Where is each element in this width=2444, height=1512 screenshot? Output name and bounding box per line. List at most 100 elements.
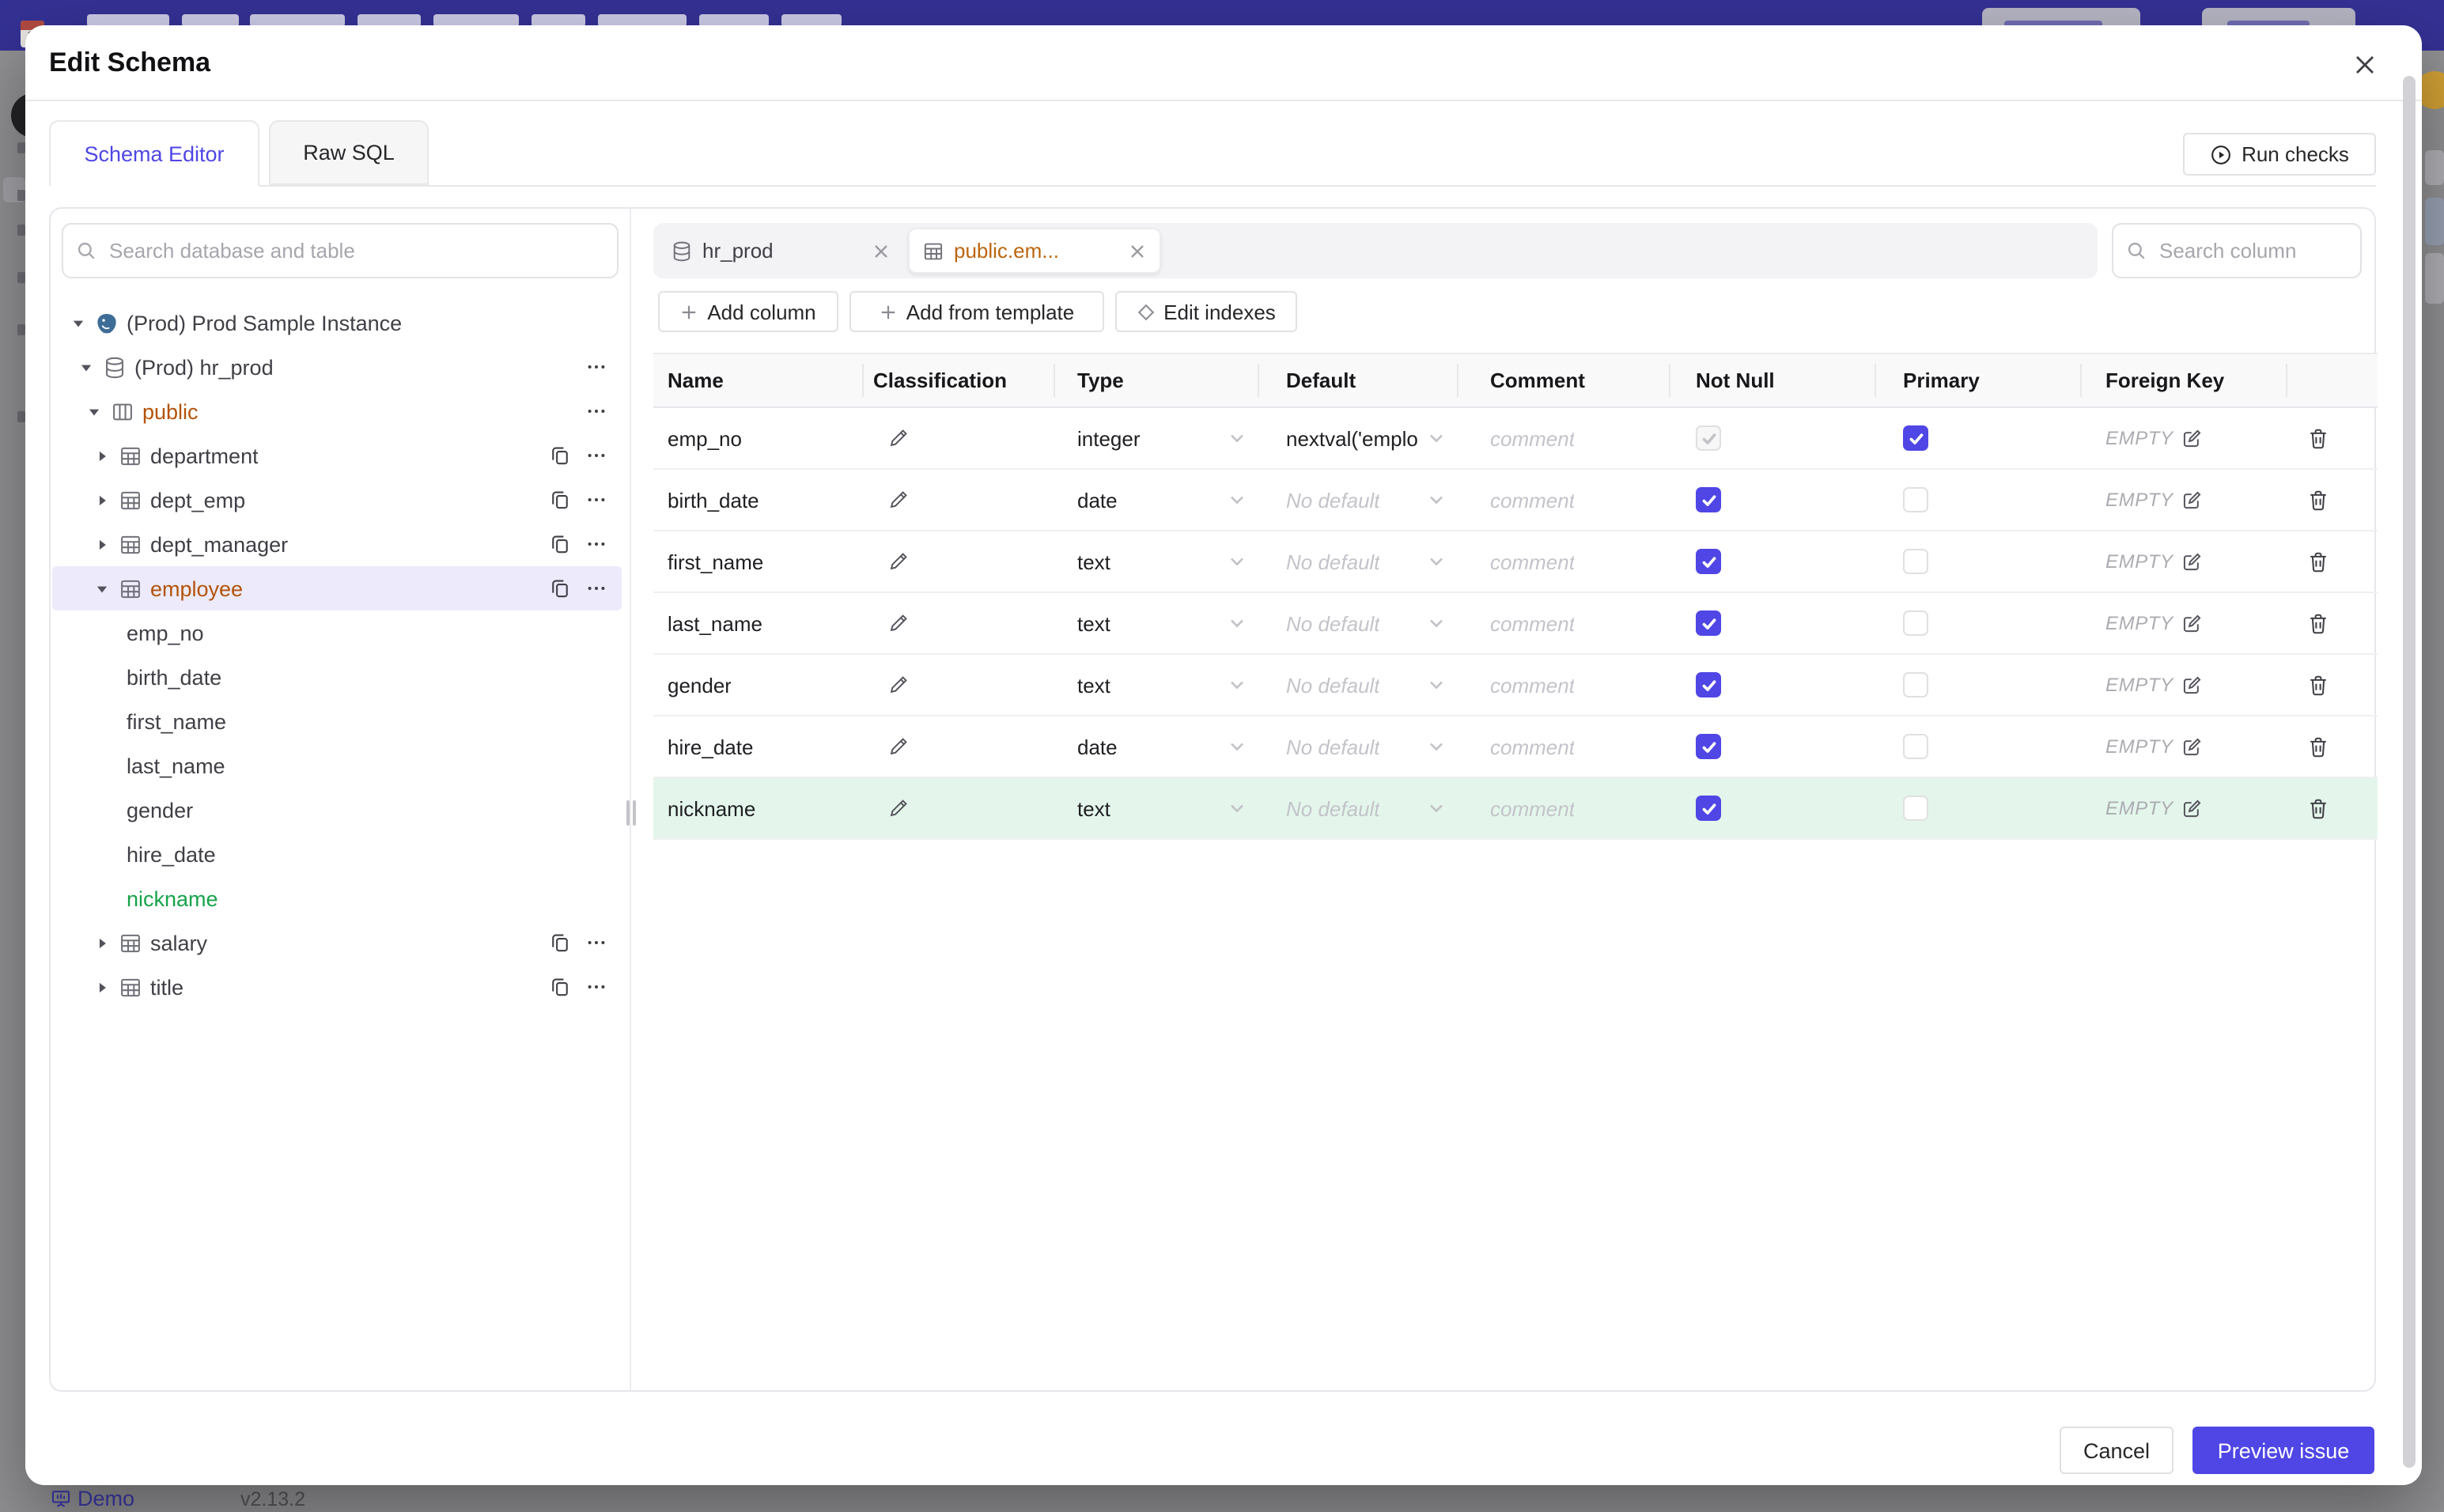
tree-row-emp_no[interactable]: emp_no xyxy=(52,610,622,655)
caret-right-icon[interactable] xyxy=(92,933,111,952)
caret-down-icon[interactable] xyxy=(68,313,87,332)
caret-right-icon[interactable] xyxy=(92,446,111,465)
chevron-down-icon[interactable] xyxy=(1427,675,1446,694)
more-actions-icon[interactable] xyxy=(585,932,607,954)
cancel-button[interactable]: Cancel xyxy=(2060,1427,2173,1474)
delete-column-icon[interactable] xyxy=(2306,673,2330,697)
type-cell[interactable]: date xyxy=(1055,716,1259,777)
edit-foreign-key-icon[interactable] xyxy=(2181,428,2202,448)
edit-indexes-button[interactable]: Edit indexes xyxy=(1115,291,1297,332)
comment-cell[interactable]: comment xyxy=(1458,470,1670,530)
run-checks-button[interactable]: Run checks xyxy=(2183,133,2376,176)
chevron-down-icon[interactable] xyxy=(1427,552,1446,571)
more-actions-icon[interactable] xyxy=(585,533,607,555)
caret-right-icon[interactable] xyxy=(92,490,111,509)
more-actions-icon[interactable] xyxy=(585,444,607,467)
caret-down-icon[interactable] xyxy=(84,402,103,421)
column-search-input[interactable] xyxy=(2156,237,2348,264)
chevron-down-icon[interactable] xyxy=(1427,429,1446,448)
chevron-down-icon[interactable] xyxy=(1228,799,1247,818)
not-null-checkbox[interactable] xyxy=(1696,549,1721,574)
default-cell[interactable]: No default xyxy=(1259,778,1458,838)
tree-row-nickname[interactable]: nickname xyxy=(52,876,622,920)
duplicate-table-icon[interactable] xyxy=(549,489,571,511)
not-null-checkbox[interactable] xyxy=(1696,796,1721,821)
not-null-checkbox[interactable] xyxy=(1696,487,1721,512)
primary-checkbox[interactable] xyxy=(1903,734,1928,759)
tree-row-department[interactable]: department xyxy=(52,433,622,478)
caret-right-icon[interactable] xyxy=(92,535,111,554)
classification-edit-icon[interactable] xyxy=(887,550,910,573)
classification-edit-icon[interactable] xyxy=(887,735,910,758)
delete-column-icon[interactable] xyxy=(2306,796,2330,820)
default-cell[interactable]: No default xyxy=(1259,593,1458,653)
tree-row-salary[interactable]: salary xyxy=(52,920,622,965)
not-null-checkbox[interactable] xyxy=(1696,610,1721,636)
more-actions-icon[interactable] xyxy=(585,489,607,511)
preview-issue-button[interactable]: Preview issue xyxy=(2192,1427,2374,1474)
column-name-cell[interactable]: last_name xyxy=(653,593,864,653)
tree-row-(Prod) hr_prod[interactable]: (Prod) hr_prod xyxy=(52,345,622,389)
more-actions-icon[interactable] xyxy=(585,356,607,378)
default-cell[interactable]: No default xyxy=(1259,470,1458,530)
tree-row-last_name[interactable]: last_name xyxy=(52,743,622,788)
chevron-down-icon[interactable] xyxy=(1427,490,1446,509)
classification-edit-icon[interactable] xyxy=(887,674,910,696)
classification-edit-icon[interactable] xyxy=(887,612,910,634)
add-column-button[interactable]: Add column xyxy=(658,291,838,332)
comment-cell[interactable]: comment xyxy=(1458,778,1670,838)
chevron-down-icon[interactable] xyxy=(1228,490,1247,509)
tree-row-title[interactable]: title xyxy=(52,965,622,1009)
demo-link[interactable]: Demo xyxy=(51,1487,134,1510)
chevron-down-icon[interactable] xyxy=(1427,614,1446,633)
primary-checkbox[interactable] xyxy=(1903,796,1928,821)
chevron-down-icon[interactable] xyxy=(1228,429,1247,448)
more-actions-icon[interactable] xyxy=(585,976,607,998)
open-tab-hr_prod[interactable]: hr_prod xyxy=(658,228,903,274)
duplicate-table-icon[interactable] xyxy=(549,577,571,599)
chevron-down-icon[interactable] xyxy=(1228,675,1247,694)
caret-right-icon[interactable] xyxy=(92,977,111,996)
add-from-template-button[interactable]: Add from template xyxy=(849,291,1104,332)
delete-column-icon[interactable] xyxy=(2306,611,2330,635)
open-tab-publicem[interactable]: public.em... xyxy=(908,228,1161,274)
tree-row-birth_date[interactable]: birth_date xyxy=(52,655,622,699)
type-cell[interactable]: text xyxy=(1055,778,1259,838)
delete-column-icon[interactable] xyxy=(2306,550,2330,573)
type-cell[interactable]: text xyxy=(1055,655,1259,715)
chevron-down-icon[interactable] xyxy=(1427,737,1446,756)
duplicate-table-icon[interactable] xyxy=(549,533,571,555)
column-name-cell[interactable]: nickname xyxy=(653,778,864,838)
column-name-cell[interactable]: hire_date xyxy=(653,716,864,777)
comment-cell[interactable]: comment xyxy=(1458,593,1670,653)
edit-foreign-key-icon[interactable] xyxy=(2181,675,2202,695)
tree-row-first_name[interactable]: first_name xyxy=(52,699,622,743)
chevron-down-icon[interactable] xyxy=(1228,737,1247,756)
chevron-down-icon[interactable] xyxy=(1228,614,1247,633)
edit-foreign-key-icon[interactable] xyxy=(2181,613,2202,633)
duplicate-table-icon[interactable] xyxy=(549,932,571,954)
not-null-checkbox[interactable] xyxy=(1696,672,1721,697)
delete-column-icon[interactable] xyxy=(2306,735,2330,758)
column-name-cell[interactable]: first_name xyxy=(653,531,864,592)
edit-foreign-key-icon[interactable] xyxy=(2181,551,2202,572)
tree-row-(Prod) Prod Sample Instance[interactable]: (Prod) Prod Sample Instance xyxy=(52,301,622,345)
comment-cell[interactable]: comment xyxy=(1458,531,1670,592)
tree-row-dept_emp[interactable]: dept_emp xyxy=(52,478,622,522)
delete-column-icon[interactable] xyxy=(2306,426,2330,450)
tree-row-employee[interactable]: employee xyxy=(52,566,622,610)
splitter-handle[interactable] xyxy=(623,800,637,826)
tab-raw-sql[interactable]: Raw SQL xyxy=(269,120,429,185)
tree-row-dept_manager[interactable]: dept_manager xyxy=(52,522,622,566)
tree-row-gender[interactable]: gender xyxy=(52,788,622,832)
primary-checkbox[interactable] xyxy=(1903,549,1928,574)
classification-edit-icon[interactable] xyxy=(887,427,910,449)
type-cell[interactable]: text xyxy=(1055,531,1259,592)
chevron-down-icon[interactable] xyxy=(1228,552,1247,571)
edit-foreign-key-icon[interactable] xyxy=(2181,490,2202,510)
edit-foreign-key-icon[interactable] xyxy=(2181,736,2202,757)
chevron-down-icon[interactable] xyxy=(1427,799,1446,818)
default-cell[interactable]: nextval('employ xyxy=(1259,408,1458,468)
primary-checkbox[interactable] xyxy=(1903,425,1928,451)
comment-cell[interactable]: comment xyxy=(1458,655,1670,715)
